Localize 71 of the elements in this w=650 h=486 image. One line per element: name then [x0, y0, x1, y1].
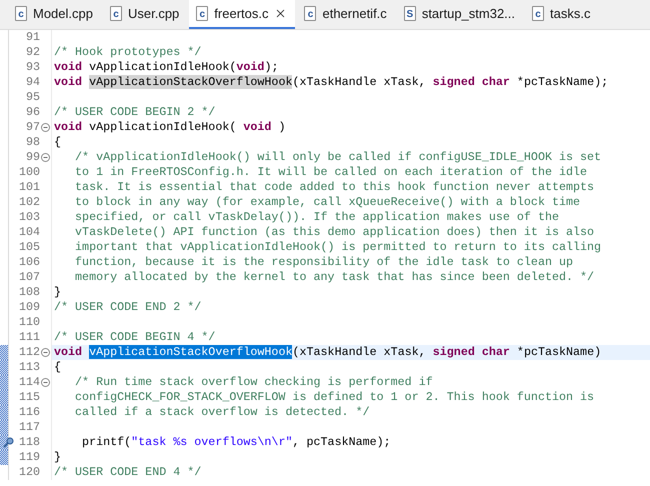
line-number: 103	[18, 210, 40, 225]
file-tab[interactable]: c ethernetif.c	[297, 0, 395, 29]
c-file-icon: c	[304, 6, 316, 21]
line-number: 108	[18, 285, 40, 300]
line-number: 97	[24, 120, 40, 135]
code-line: task. It is essential that code added to this hook function never attempts	[74, 180, 596, 195]
line-number: 105	[18, 240, 40, 255]
collapse-icon[interactable]	[41, 378, 50, 387]
line-number: 111	[18, 330, 40, 345]
code-line: void vApplicationIdleHook(void);	[53, 60, 280, 75]
code-line: /* USER CODE END 2 */	[53, 300, 202, 315]
c-file-icon: S	[404, 6, 416, 21]
line-number: 107	[18, 270, 40, 285]
c-file-icon: c	[110, 6, 122, 21]
code-line: called if a stack overflow is detected. */	[74, 405, 371, 420]
collapse-icon[interactable]	[41, 153, 50, 162]
code-line: vTaskDelete() API function (as this demo application does) then it is also	[74, 225, 596, 240]
c-file-icon: c	[15, 6, 27, 21]
code-line: {	[53, 360, 62, 375]
line-number: 99	[24, 150, 40, 165]
line-number: 94	[24, 75, 40, 90]
code-line: {	[53, 135, 62, 150]
file-tab[interactable]: S startup_stm32...	[396, 0, 524, 29]
code-line: /* USER CODE BEGIN 4 */	[53, 330, 216, 345]
line-number: 120	[18, 465, 40, 480]
line-number: 101	[18, 180, 40, 195]
code-line: memory allocated by the kernel to any task that has since been deleted. */	[74, 270, 596, 285]
line-number: 95	[24, 90, 40, 105]
code-line: important that vApplicationIdleHook() is permitted to return to its calling	[74, 240, 602, 255]
code-line: configCHECK_FOR_STACK_OVERFLOW is defined to 1 or 2. This hook function is	[74, 390, 596, 405]
line-number: 117	[18, 420, 40, 435]
code-line: /* Hook prototypes */	[53, 45, 202, 60]
line-number: 109	[18, 300, 40, 315]
line-number: 102	[18, 195, 40, 210]
code-line: to block in any way (for example, call xQueueReceive() with a block time	[74, 195, 582, 210]
line-number: 114	[18, 375, 40, 390]
line-number: 93	[24, 60, 40, 75]
code-line: printf("task %s overflows\n\r", pcTaskName);	[81, 435, 392, 450]
line-number: 116	[18, 405, 40, 420]
file-tab[interactable]: c User.cpp	[102, 0, 188, 29]
line-number: 119	[18, 450, 40, 465]
code-line: function, because it is the responsibility of the idle task to clean up	[74, 255, 574, 270]
file-tab[interactable]: c tasks.c	[525, 0, 598, 29]
code-line: /* USER CODE END 4 */	[53, 465, 202, 480]
collapse-icon[interactable]	[41, 348, 50, 357]
file-tab[interactable]: c Model.cpp	[8, 0, 101, 29]
line-number: 113	[18, 360, 40, 375]
line-number: 106	[18, 255, 40, 270]
line-number: 100	[18, 165, 40, 180]
c-file-icon: c	[532, 6, 544, 21]
code-line: void vApplicationStackOverflowHook(xTaskHandle xTask, signed char *pcTaskName);	[53, 75, 610, 90]
line-number: 110	[18, 315, 40, 330]
code-line: }	[53, 285, 62, 300]
line-number: 104	[18, 225, 40, 240]
line-number: 112	[18, 345, 40, 360]
line-number: 91	[24, 30, 40, 45]
line-number: 98	[24, 135, 40, 150]
line-number: 115	[18, 390, 40, 405]
c-file-icon: c	[196, 6, 208, 21]
code-line: specified, or call vTaskDelay()). If the application makes use of the	[74, 210, 560, 225]
code-line: to 1 in FreeRTOSConfig.h. It will be called on each iteration of the idle	[74, 165, 588, 180]
code-line: void vApplicationIdleHook( void )	[53, 120, 286, 135]
code-line: }	[53, 450, 62, 465]
file-tab[interactable]: c freertos.c	[189, 0, 296, 29]
code-line: /* Run time stack overflow checking is performed if	[74, 375, 434, 390]
code-line: /* USER CODE BEGIN 2 */	[53, 105, 216, 120]
line-number: 118	[9, 435, 40, 450]
line-number: 96	[24, 105, 40, 120]
line-number: 92	[24, 45, 40, 60]
code-line: /* vApplicationIdleHook() will only be called if configUSE_IDLE_HOOK is set	[74, 150, 602, 165]
collapse-icon[interactable]	[41, 123, 50, 132]
